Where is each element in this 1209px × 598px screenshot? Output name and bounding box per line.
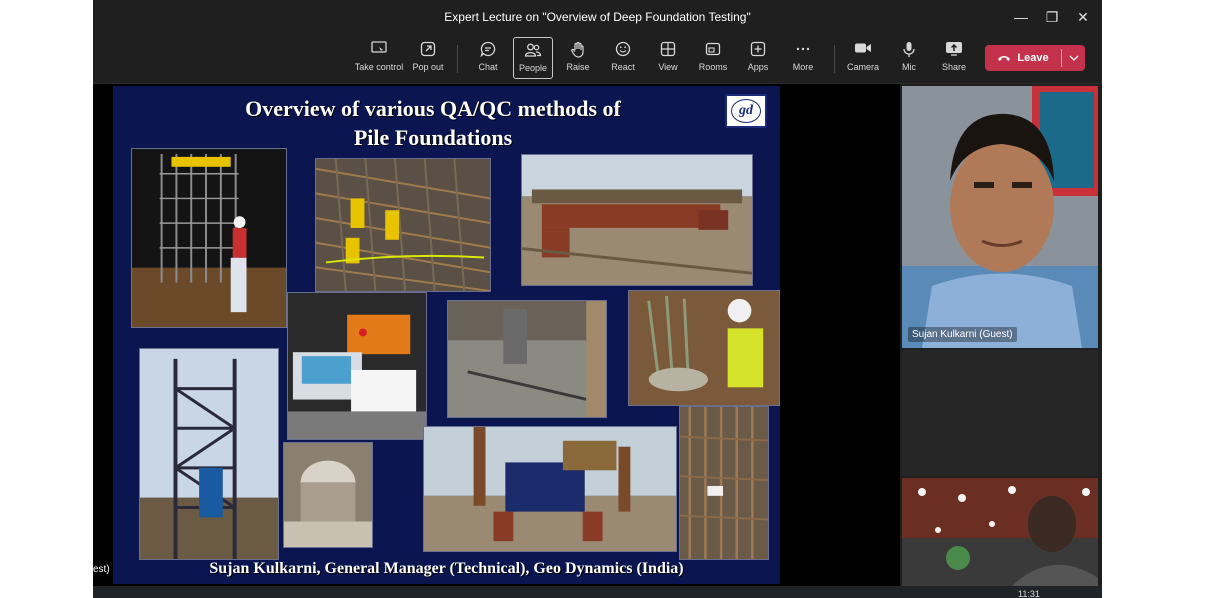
hang-up-icon (997, 54, 1011, 62)
more-dots-icon (783, 37, 823, 61)
geo-dynamics-logo: gd (725, 94, 767, 128)
maximize-button[interactable]: ❐ (1037, 6, 1067, 28)
react-button[interactable]: React (603, 37, 643, 79)
rooms-button[interactable]: Rooms (693, 37, 733, 79)
steel-tower-frame-photo (139, 348, 279, 560)
rebar-cage-worker-photo (131, 148, 287, 328)
participant-video-2 (902, 478, 1098, 586)
close-icon: ✕ (1077, 9, 1089, 25)
take-control-icon (353, 37, 405, 61)
pile-test-setup-photo (447, 300, 607, 418)
minimize-icon: — (1014, 9, 1028, 25)
participant-video-tile[interactable]: Sujan Kulkarni (Guest) (902, 86, 1098, 348)
slide-title-line-1: Overview of various QA/QC methods of (245, 96, 621, 121)
rooms-icon (693, 37, 733, 61)
apps-button[interactable]: Apps (738, 37, 778, 79)
add-app-icon (738, 37, 778, 61)
title-bar: Expert Lecture on "Overview of Deep Foun… (93, 0, 1102, 33)
leave-main[interactable]: Leave (985, 45, 1061, 71)
reaction-frame-load-test-photo (423, 426, 677, 552)
worker-testing-pile-photo (628, 290, 780, 406)
cropped-participant-label: est) (93, 564, 110, 575)
camera-button[interactable]: Camera (843, 37, 883, 79)
share-button[interactable]: Share (934, 37, 974, 79)
share-screen-icon (934, 37, 974, 61)
meeting-toolbar: Take control Pop out Chat People Raise R… (93, 33, 1102, 84)
leave-button[interactable]: Leave (985, 45, 1085, 71)
close-button[interactable]: ✕ (1068, 6, 1098, 28)
teams-meeting-window: Expert Lecture on "Overview of Deep Foun… (93, 0, 1102, 598)
more-button[interactable]: More (783, 37, 823, 79)
chat-icon (468, 37, 508, 61)
window-title: Expert Lecture on "Overview of Deep Foun… (444, 10, 751, 24)
chat-button[interactable]: Chat (468, 37, 508, 79)
grid-view-icon (648, 37, 688, 61)
smiley-icon (603, 37, 643, 61)
hand-icon (558, 37, 598, 61)
leave-divider (1061, 49, 1062, 67)
shared-screen-stage: Overview of various QA/QC methods of Pil… (93, 84, 900, 586)
mic-button[interactable]: Mic (889, 37, 929, 79)
load-test-beam-photo (521, 154, 753, 286)
people-icon (514, 38, 552, 62)
raise-hand-button[interactable]: Raise (558, 37, 598, 79)
view-button[interactable]: View (648, 37, 688, 79)
slide-caption: Sujan Kulkarni, General Manager (Technic… (209, 560, 684, 577)
chevron-down-icon (1069, 55, 1079, 61)
pile-core-sample-photo (283, 442, 373, 548)
people-button[interactable]: People (513, 37, 553, 79)
taskbar-clock: 11:31 (1018, 589, 1040, 598)
taskbar: 11:31 (93, 586, 1102, 598)
take-control-button[interactable]: Take control (353, 37, 405, 79)
slide-title: Overview of various QA/QC methods of Pil… (173, 94, 693, 152)
microphone-icon (889, 37, 929, 61)
toolbar-separator (457, 45, 458, 73)
camera-icon (843, 37, 883, 61)
rebar-cage-closeup-photo (679, 406, 769, 560)
pile-integrity-tester-photo (287, 292, 427, 440)
pop-out-button[interactable]: Pop out (408, 37, 448, 79)
rebar-cage-sensors-photo (315, 158, 491, 292)
pop-out-icon (408, 37, 448, 61)
leave-label: Leave (1017, 52, 1049, 64)
participant-video-tile-2[interactable] (902, 478, 1098, 586)
participant-video (902, 86, 1098, 348)
presentation-slide: Overview of various QA/QC methods of Pil… (113, 86, 780, 584)
leave-options-button[interactable] (1063, 45, 1085, 71)
toolbar-separator (834, 45, 835, 73)
participant-name: Sujan Kulkarni (Guest) (908, 327, 1017, 342)
minimize-button[interactable]: — (1006, 6, 1036, 28)
empty-video-tile (902, 350, 1098, 476)
restore-icon: ❐ (1045, 9, 1059, 25)
